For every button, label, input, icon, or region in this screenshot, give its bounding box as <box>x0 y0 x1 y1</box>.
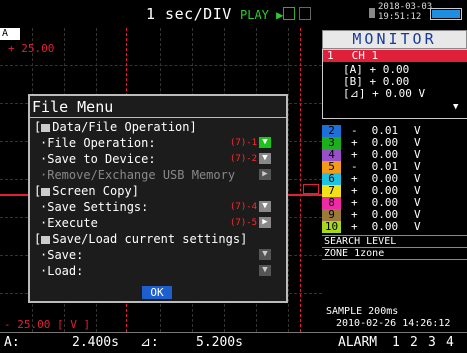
save-item: ·Save: <box>40 248 84 262</box>
search-level-label: SEARCH LEVEL <box>324 236 397 247</box>
alarm-3: 3 <box>428 335 436 350</box>
scroll-down-icon[interactable]: ▼ <box>453 102 458 112</box>
alarm-1: 1 <box>392 335 400 350</box>
remove-usb-item: ·Remove/Exchange USB Memory <box>40 168 236 182</box>
alarm-2: 2 <box>410 335 418 350</box>
plot-channel-tag: A <box>0 28 20 40</box>
execute-item: ·Execute <box>40 216 98 230</box>
ch1-monitor-box[interactable]: 1 CH 1 [A] + 0.00 [B] + 0.00 [⊿] + 0.00 V… <box>322 49 467 119</box>
delta-time: 5.200s <box>196 335 243 350</box>
ch1-delta-value: [⊿] + 0.00 V <box>343 87 426 100</box>
network-icon <box>299 7 311 20</box>
run-state-indicator: PLAY ▶ <box>240 8 284 22</box>
section-data-file: [Data/File Operation] <box>34 120 197 134</box>
channel-value: 0.00 <box>371 220 399 233</box>
execute-ref: (7)-5 <box>230 218 258 228</box>
load-item: ·Load: <box>40 264 84 278</box>
sample-datetime: 2010-02-26 14:26:12 <box>336 318 451 329</box>
remove-usb-button[interactable]: ▶ <box>259 169 271 180</box>
save-load-icon <box>41 235 51 244</box>
save-button[interactable]: ▼ <box>259 249 271 260</box>
save-settings-item: ·Save Settings: <box>40 200 149 214</box>
load-button[interactable]: ▼ <box>259 265 271 276</box>
monitor-panel: MONITOR 1 CH 1 [A] + 0.00 [B] + 0.00 [⊿] … <box>322 28 467 332</box>
file-operation-button[interactable]: ▼ <box>259 137 271 148</box>
cursor-readout-bar: A: 2.400s ⊿: 5.200s ALARM 1 2 3 4 <box>0 332 467 353</box>
data-file-icon <box>41 123 51 132</box>
y-max-label: + 25.00 <box>8 42 55 55</box>
clock: 2018-03-03 19:51:12 <box>378 2 433 22</box>
sample-rate: SAMPLE 200ms <box>326 306 399 317</box>
channel-number: 10 <box>322 221 341 233</box>
monitor-title: MONITOR <box>322 30 467 49</box>
file-operation-item: ·File Operation: <box>40 136 156 150</box>
time-per-div[interactable]: 1 sec/DIV <box>146 5 232 23</box>
memory-icon <box>369 8 375 18</box>
save-to-device-item: ·Save to Device: <box>40 152 156 166</box>
channel-sign: + <box>351 220 358 233</box>
alarm-label: ALARM <box>338 335 378 350</box>
cursor-a-time: 2.400s <box>72 335 119 350</box>
dialog-title: File Menu <box>32 98 114 116</box>
save-to-device-button[interactable]: ▼ <box>259 153 271 164</box>
cursor-a-label: A: <box>4 335 20 350</box>
ok-button[interactable]: OK <box>142 286 172 299</box>
section-screen-copy: [Screen Copy] <box>34 184 139 198</box>
battery-icon <box>430 8 462 20</box>
alarm-4: 4 <box>446 335 454 350</box>
channel-unit: V <box>414 220 421 233</box>
file-menu-dialog: File Menu [Data/File Operation] ·File Op… <box>28 94 288 303</box>
cursor-b-line[interactable] <box>300 28 301 332</box>
top-status-bar: 1 sec/DIV PLAY ▶ 2018-03-03 19:51:12 <box>0 0 467 28</box>
status-box-icon <box>283 7 295 20</box>
ch1-header: 1 CH 1 <box>323 50 467 62</box>
execute-button[interactable]: ▶ <box>259 217 271 228</box>
file-operation-ref: (7)-1 <box>230 138 258 148</box>
section-save-load: [Save/Load current settings] <box>34 232 248 246</box>
screen-copy-icon <box>41 187 51 196</box>
delta-label: ⊿: <box>140 335 159 350</box>
y-min-label: - 25.00 [ V ] <box>4 318 91 331</box>
trigger-marker-icon <box>303 184 319 194</box>
zone-row[interactable]: ZONE 1zone <box>324 248 384 259</box>
channel-row[interactable]: 10 +0.00 V <box>322 221 465 233</box>
save-to-device-ref: (7)-2 <box>230 154 258 164</box>
save-settings-button[interactable]: ▼ <box>259 201 271 212</box>
save-settings-ref: (7)-4 <box>230 202 258 212</box>
